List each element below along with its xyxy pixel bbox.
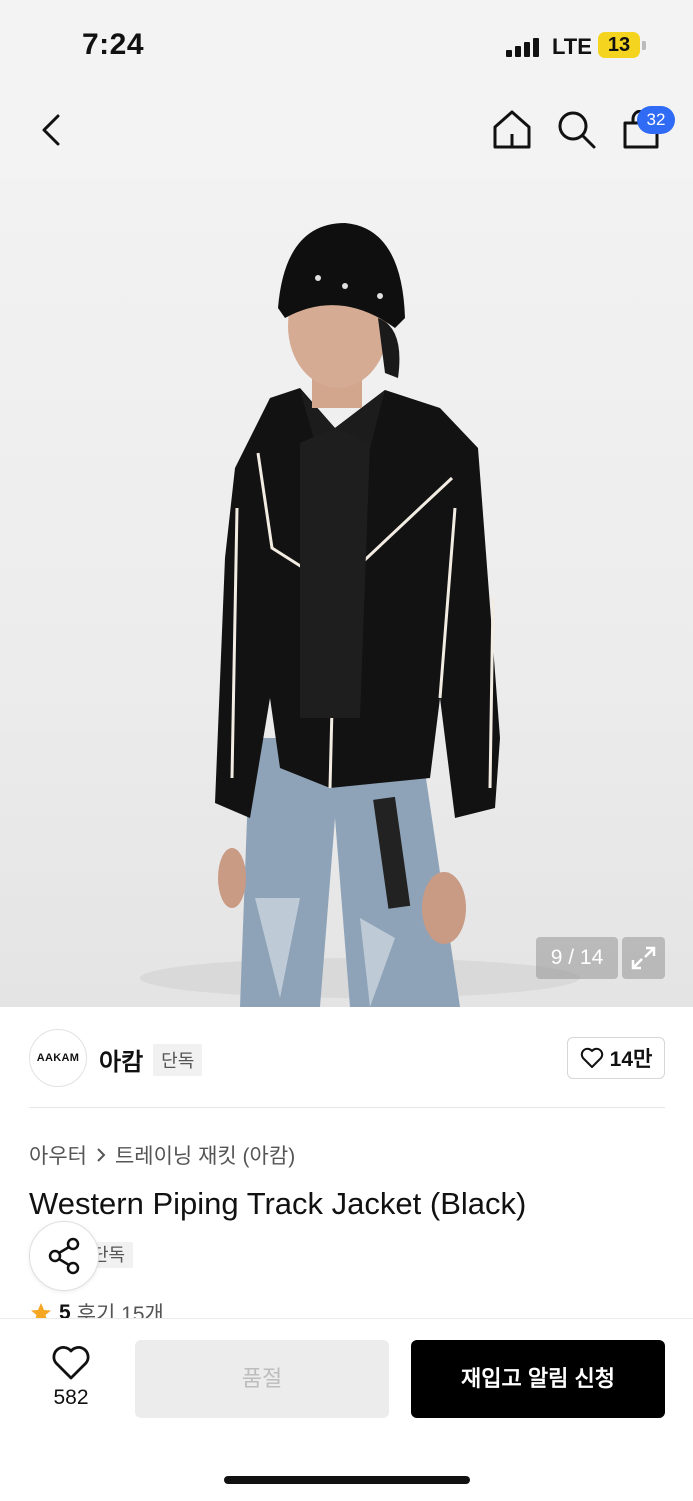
cart-count-badge: 32 xyxy=(637,106,675,134)
wish-button[interactable] xyxy=(51,1344,91,1382)
soldout-button: 품절 xyxy=(135,1340,389,1418)
chevron-right-icon xyxy=(97,1148,106,1162)
home-icon xyxy=(493,110,531,149)
home-indicator xyxy=(224,1476,470,1484)
model-photo xyxy=(140,223,580,1007)
brand-logo[interactable]: AAKAM xyxy=(29,1029,87,1087)
signal-icon xyxy=(506,37,539,57)
product-image[interactable] xyxy=(0,178,693,1007)
brand-like-button[interactable]: 14만 xyxy=(567,1037,665,1079)
home-button[interactable] xyxy=(490,108,534,152)
brand-like-count: 14만 xyxy=(609,1048,653,1071)
expand-icon xyxy=(631,946,656,970)
image-counter: 9 / 14 xyxy=(536,937,618,979)
search-button[interactable] xyxy=(555,108,599,152)
share-button[interactable] xyxy=(29,1221,99,1291)
back-button[interactable] xyxy=(34,110,74,150)
brand-row: 아캄 단독 xyxy=(99,1042,203,1077)
product-title: Western Piping Track Jacket (Black) xyxy=(29,1186,527,1221)
breadcrumb-subcategory[interactable]: 트레이닝 재킷 (아캄) xyxy=(115,1140,295,1170)
exclusive-tag: 단독 xyxy=(153,1043,203,1076)
breadcrumb: 아우터 트레이닝 재킷 (아캄) xyxy=(29,1140,295,1170)
breadcrumb-category[interactable]: 아우터 xyxy=(29,1140,87,1170)
battery-tip xyxy=(642,41,646,50)
network-label: LTE xyxy=(552,34,592,59)
heart-icon xyxy=(52,1346,90,1380)
divider xyxy=(29,1107,665,1108)
share-icon xyxy=(48,1237,80,1275)
search-icon xyxy=(558,111,596,149)
wish-count: 582 xyxy=(53,1386,89,1409)
expand-button[interactable] xyxy=(622,937,665,979)
brand-name[interactable]: 아캄 xyxy=(99,1042,143,1077)
status-time: 7:24 xyxy=(82,28,145,61)
back-icon xyxy=(42,114,60,146)
heart-icon xyxy=(580,1047,603,1068)
battery-icon: 13 xyxy=(598,32,640,58)
restock-alert-button[interactable]: 재입고 알림 신청 xyxy=(411,1340,665,1418)
